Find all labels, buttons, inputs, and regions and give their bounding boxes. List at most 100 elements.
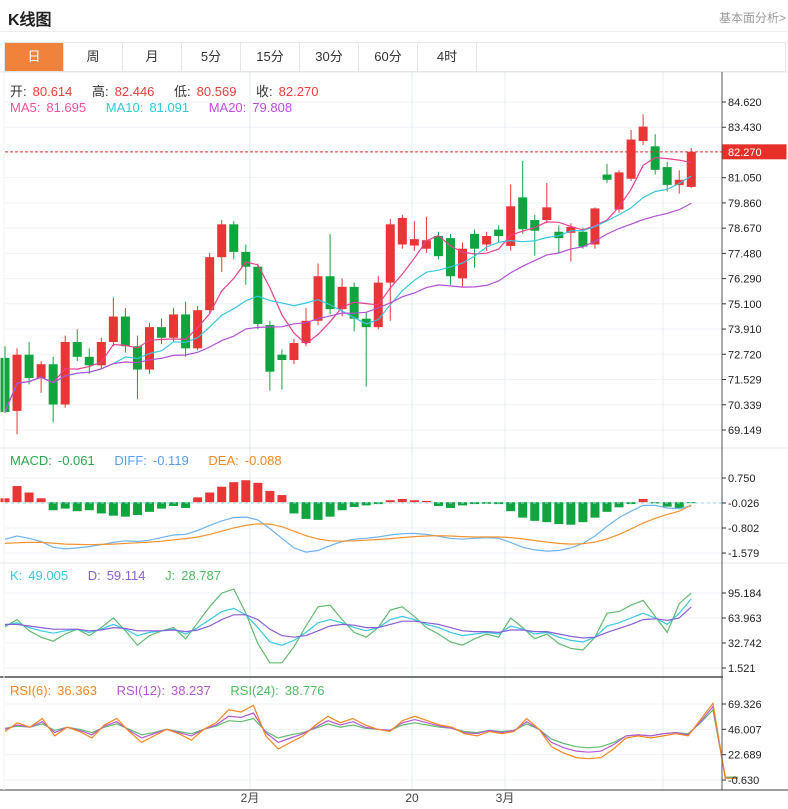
rsi12-line [5,707,738,779]
candle [578,232,587,247]
tab-15min[interactable]: 15分 [241,43,300,71]
diff-label: DIFF: [114,453,147,468]
candle [542,207,551,220]
axis-tick-label: 79.860 [728,198,762,210]
candle [386,224,395,282]
ma20-line [5,203,691,412]
macd-bar [398,499,407,502]
rsi12-label: RSI(12): [117,683,165,698]
axis-tick-label: 95.184 [728,588,762,600]
macd-bar [205,492,214,502]
j-value: 28.787 [181,568,221,583]
macd-bar [241,480,250,502]
macd-label: MACD: [10,453,52,468]
axis-tick-label: 76.290 [728,274,762,286]
candle [615,172,624,209]
tab-week[interactable]: 周 [64,43,123,71]
candle [193,310,202,348]
k-label: K: [10,568,22,583]
candle [121,317,130,347]
candle [627,140,636,179]
macd-bar [422,501,431,502]
candle [314,276,323,321]
candle [217,224,226,257]
macd-bar [518,502,527,517]
candle [229,224,238,252]
candle [398,218,407,245]
axis-tick-label: 81.050 [728,173,762,185]
dea-value: -0.088 [245,453,282,468]
macd-bar [326,502,335,516]
macd-bar [302,502,311,519]
candle [687,152,696,187]
axis-tick-label: 84.620 [728,97,762,109]
axis-tick-label: -0.630 [728,775,759,787]
ma10-value: 81.091 [149,100,189,115]
rsi-layer [5,703,738,778]
tab-day[interactable]: 日 [5,43,64,71]
axis-tick-label: 70.339 [728,400,762,412]
candle [482,236,491,244]
macd-bar [639,499,648,502]
ma5-line [5,158,691,412]
axis-tick-label: 46.007 [728,724,762,736]
candle [675,180,684,185]
rsi6-value: 36.363 [57,683,97,698]
candle [253,267,262,324]
axis-tick-label: 72.720 [728,349,762,361]
x-axis-label: 2月 [241,791,260,805]
dea-label: DEA: [208,453,238,468]
tab-month[interactable]: 月 [123,43,182,71]
macd-bar [25,492,34,502]
close-value: 82.270 [279,84,319,99]
macd-bar [121,502,130,516]
axis-tick-label: 75.100 [728,299,762,311]
candle [85,357,94,365]
axis-tick-label: 83.430 [728,122,762,134]
open-label: 开: [10,84,27,99]
candle [109,317,118,342]
candle [25,355,34,378]
x-axis-label: 20 [405,791,419,805]
macd-bar [590,502,599,517]
candle [470,234,479,249]
ma20-value: 79.808 [252,100,292,115]
tab-5min[interactable]: 5分 [182,43,241,71]
axis-tick-label: 77.480 [728,248,762,260]
axis-tick-label: 0.750 [728,473,756,485]
tab-60min[interactable]: 60分 [359,43,418,71]
macd-layer [1,480,723,552]
macd-bar [217,487,226,502]
macd-bar [37,498,46,502]
axis-tick-label: 71.529 [728,375,762,387]
tab-4hour[interactable]: 4时 [418,43,477,71]
macd-bar [97,502,106,513]
candle [49,364,58,404]
page-header: K线图 基本面分析> [0,0,788,32]
fundamental-analysis-link[interactable]: 基本面分析> [719,9,786,26]
ma10-label: MA10: [106,100,144,115]
candle [410,239,419,245]
macd-bar [277,495,286,502]
rsi6-line [5,703,738,778]
axis-tick-label: 22.689 [728,750,762,762]
diff-value: -0.119 [153,453,189,468]
macd-bar [193,497,202,502]
candle [169,314,178,337]
macd-bar [289,502,298,513]
axis-tick-label: -0.802 [728,523,759,535]
macd-bar [133,502,142,515]
macd-bar [229,482,238,502]
ma5-label: MA5: [10,100,40,115]
x-axis-label: 3月 [496,791,515,805]
macd-bar [554,502,563,524]
dea-line [5,505,691,545]
tab-30min[interactable]: 30分 [300,43,359,71]
candle [639,127,648,141]
macd-bar [603,502,612,512]
candle [73,342,82,357]
low-value: 80.569 [197,84,237,99]
price-axis: 84.62083.43082.27081.05079.86078.67077.4… [722,97,762,787]
axis-tick-label: 1.521 [728,663,756,675]
macd-bar [386,500,395,502]
